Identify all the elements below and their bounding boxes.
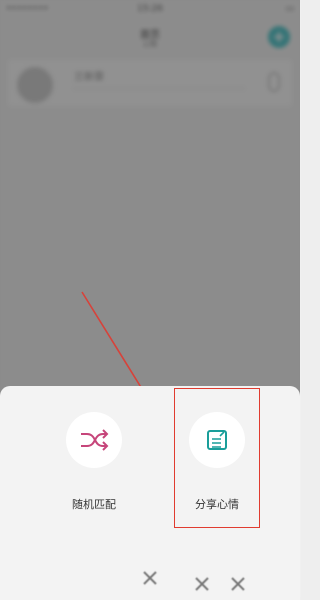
close-row (0, 560, 300, 600)
note-edit-icon (189, 412, 245, 468)
close-icon[interactable] (190, 572, 214, 596)
shuffle-icon (66, 412, 122, 468)
close-icon[interactable] (138, 566, 162, 590)
random-match-option[interactable]: 随机匹配 (49, 412, 139, 522)
close-icon[interactable] (226, 572, 250, 596)
share-mood-option[interactable]: 分享心情 (172, 412, 262, 522)
random-match-label: 随机匹配 (72, 498, 116, 511)
share-mood-label: 分享心情 (195, 498, 239, 511)
